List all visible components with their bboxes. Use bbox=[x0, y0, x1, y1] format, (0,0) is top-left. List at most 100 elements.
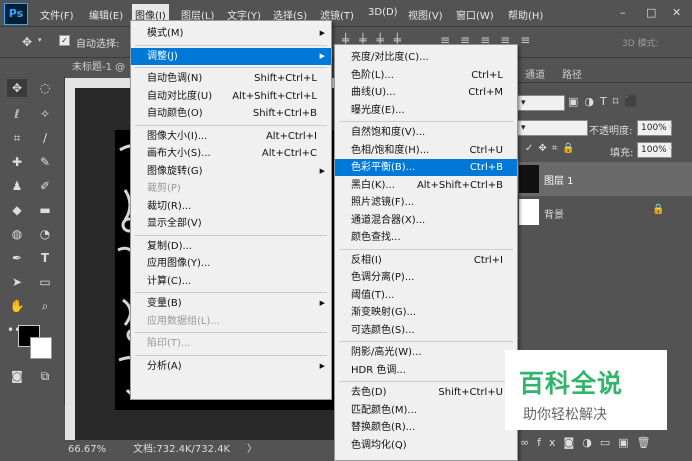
adjust-menu-item-25[interactable]: 色调均化(Q) bbox=[335, 437, 517, 454]
menu-edit[interactable]: 编辑(E) bbox=[89, 7, 123, 22]
quick-mask-icon[interactable]: ◙ bbox=[7, 367, 27, 385]
image-menu-item-16[interactable]: 应用图像(Y)... bbox=[131, 255, 331, 272]
submenu-arrow-icon: ▶ bbox=[319, 299, 325, 307]
menu-item-shortcut: Shift+Ctrl+U bbox=[438, 387, 503, 398]
layer-row-1[interactable]: 图层 1 bbox=[517, 162, 692, 196]
zoom-tool-icon[interactable]: ⌕ bbox=[35, 297, 55, 315]
image-menu-item-0[interactable]: 模式(M) ▶ bbox=[131, 25, 331, 42]
image-menu-item-9[interactable]: 画布大小(S)... Alt+Ctrl+C bbox=[131, 145, 331, 162]
image-menu-item-6[interactable]: 自动颜色(O) Shift+Ctrl+B bbox=[131, 105, 331, 122]
tab-paths[interactable]: 路径 bbox=[562, 66, 582, 81]
image-menu-item-12[interactable]: 裁切(R)... bbox=[131, 198, 331, 215]
menu-item-label: 替换颜色(R)... bbox=[351, 422, 416, 433]
stamp-tool-icon[interactable]: ♟ bbox=[7, 177, 27, 195]
layer-name[interactable]: 背景 bbox=[544, 206, 564, 221]
filter-icons[interactable]: ▣◑T⌑⬛ bbox=[568, 95, 644, 108]
menu-window[interactable]: 窗口(W) bbox=[456, 7, 494, 22]
adjust-menu-item-19[interactable]: 阴影/高光(W)... bbox=[335, 344, 517, 361]
image-menu-item-4[interactable]: 自动色调(N) Shift+Ctrl+L bbox=[131, 70, 331, 87]
background-color-swatch[interactable] bbox=[30, 337, 52, 359]
adjust-menu-item-5[interactable]: 自然饱和度(V)... bbox=[335, 124, 517, 141]
image-menu-item-24[interactable]: 分析(A) ▶ bbox=[131, 358, 331, 375]
chevron-down-icon[interactable]: ▾ bbox=[668, 122, 672, 131]
3d-mode-label: 3D 模式: bbox=[622, 39, 659, 49]
menu-view[interactable]: 视图(V) bbox=[408, 7, 443, 22]
rectangle-tool-icon[interactable]: ▭ bbox=[35, 273, 55, 291]
blur-tool-icon[interactable]: ◍ bbox=[7, 225, 27, 243]
healing-brush-icon[interactable]: ✚ bbox=[7, 153, 27, 171]
image-menu-item-5[interactable]: 自动对比度(U) Alt+Shift+Ctrl+L bbox=[131, 88, 331, 105]
adjust-menu-item-23[interactable]: 匹配颜色(M)... bbox=[335, 402, 517, 419]
adjust-menu-item-24[interactable]: 替换颜色(R)... bbox=[335, 419, 517, 436]
adjust-menu-item-13[interactable]: 反相(I) Ctrl+I bbox=[335, 252, 517, 269]
adjust-menu-item-8[interactable]: 黑白(K)... Alt+Shift+Ctrl+B bbox=[335, 177, 517, 194]
adjust-menu-item-11[interactable]: 颜色查找... bbox=[335, 229, 517, 246]
image-menu-item-10[interactable]: 图像旋转(G) ▶ bbox=[131, 163, 331, 180]
image-menu-item-8[interactable]: 图像大小(I)... Alt+Ctrl+I bbox=[131, 128, 331, 145]
image-menu-item-19[interactable]: 变量(B) ▶ bbox=[131, 295, 331, 312]
menu-item-label: 阴影/高光(W)... bbox=[351, 347, 422, 358]
adjust-menu-item-15[interactable]: 阈值(T)... bbox=[335, 287, 517, 304]
gradient-tool-icon[interactable]: ▬ bbox=[35, 201, 55, 219]
adjust-menu-item-9[interactable]: 照片滤镜(F)... bbox=[335, 194, 517, 211]
move-tool-icon[interactable]: ✥ bbox=[7, 79, 27, 97]
image-menu-item-17[interactable]: 计算(C)... bbox=[131, 273, 331, 290]
auto-select-checkbox[interactable]: ✓ bbox=[59, 35, 70, 46]
lock-icons[interactable]: ✓✥⌗🔒 bbox=[525, 143, 580, 154]
adjust-menu-item-17[interactable]: 可选颜色(S)... bbox=[335, 322, 517, 339]
image-menu-item-11: 裁剪(P) bbox=[131, 180, 331, 197]
path-selection-icon[interactable]: ➤ bbox=[7, 273, 27, 291]
dodge-tool-icon[interactable]: ◔ bbox=[35, 225, 55, 243]
adjust-menu-item-10[interactable]: 通道混合器(X)... bbox=[335, 212, 517, 229]
image-menu-item-15[interactable]: 复制(D)... bbox=[131, 238, 331, 255]
pen-tool-icon[interactable]: ✒ bbox=[7, 249, 27, 267]
menu-separator bbox=[135, 124, 327, 126]
adjust-menu-item-22[interactable]: 去色(D) Shift+Ctrl+U bbox=[335, 384, 517, 401]
opacity-input[interactable]: 100% bbox=[637, 120, 672, 136]
chevron-down-icon[interactable]: ▾ bbox=[38, 36, 42, 44]
brush-tool-icon[interactable]: ✎ bbox=[35, 153, 55, 171]
screen-mode-icon[interactable]: ⧉ bbox=[35, 367, 55, 385]
eraser-tool-icon[interactable]: ◆ bbox=[7, 201, 27, 219]
type-tool-icon[interactable]: T bbox=[35, 249, 55, 267]
filter-kind-dropdown[interactable]: ▾ bbox=[517, 95, 565, 111]
menu-help[interactable]: 帮助(H) bbox=[508, 7, 543, 22]
menu-3d[interactable]: 3D(D) bbox=[368, 7, 398, 18]
image-menu-item-2[interactable]: 调整(J) ▶ bbox=[131, 47, 331, 65]
maximize-button[interactable]: □ bbox=[646, 6, 656, 19]
chevron-down-icon[interactable]: ▾ bbox=[668, 144, 672, 153]
blend-mode-dropdown[interactable]: ▾ bbox=[517, 120, 588, 136]
eyedropper-icon[interactable]: ∕ bbox=[35, 129, 55, 147]
move-icon[interactable]: ✥ bbox=[22, 35, 32, 49]
document-tab[interactable]: 未标题-1 @ bbox=[66, 58, 132, 78]
layer-row-background[interactable]: 背景 🔒 bbox=[517, 196, 692, 230]
minimize-button[interactable]: – bbox=[620, 6, 626, 19]
tab-channels[interactable]: 通道 bbox=[525, 66, 545, 81]
marquee-tool-icon[interactable]: ◌ bbox=[35, 79, 55, 97]
adjust-menu-item-14[interactable]: 色调分离(P)... bbox=[335, 269, 517, 286]
fill-input[interactable]: 100% bbox=[637, 142, 672, 158]
adjust-menu-item-0[interactable]: 亮度/对比度(C)... bbox=[335, 49, 517, 66]
layer-name[interactable]: 图层 1 bbox=[544, 172, 574, 187]
lock-icon: 🔒 bbox=[652, 204, 665, 215]
history-brush-icon[interactable]: ✐ bbox=[35, 177, 55, 195]
adjust-menu-item-20[interactable]: HDR 色调... bbox=[335, 362, 517, 379]
adjust-menu-item-6[interactable]: 色相/饱和度(H)... Ctrl+U bbox=[335, 142, 517, 159]
adjust-menu-item-16[interactable]: 渐变映射(G)... bbox=[335, 304, 517, 321]
close-button[interactable]: ✕ bbox=[672, 6, 681, 19]
adjust-menu-item-1[interactable]: 色阶(L)... Ctrl+L bbox=[335, 67, 517, 84]
adjust-menu-item-7[interactable]: 色彩平衡(B)... Ctrl+B bbox=[335, 159, 517, 176]
status-menu-arrow[interactable]: 〉 bbox=[247, 440, 257, 459]
layer-footer-icons[interactable]: ∞fx◙◑▭▣🗑 bbox=[520, 436, 659, 449]
zoom-level[interactable]: 66.67% bbox=[68, 440, 106, 459]
image-menu-item-13[interactable]: 显示全部(V) bbox=[131, 215, 331, 232]
lasso-tool-icon[interactable]: ℓ bbox=[7, 105, 27, 123]
crop-tool-icon[interactable]: ⌗ bbox=[7, 129, 27, 147]
menu-separator bbox=[135, 67, 327, 68]
menu-file[interactable]: 文件(F) bbox=[40, 7, 74, 22]
adjust-menu-item-2[interactable]: 曲线(U)... Ctrl+M bbox=[335, 84, 517, 101]
menu-item-label: 调整(J) bbox=[147, 50, 178, 62]
adjust-menu-item-3[interactable]: 曝光度(E)... bbox=[335, 102, 517, 119]
hand-tool-icon[interactable]: ✋ bbox=[7, 297, 27, 315]
magic-wand-icon[interactable]: ✧ bbox=[35, 105, 55, 123]
